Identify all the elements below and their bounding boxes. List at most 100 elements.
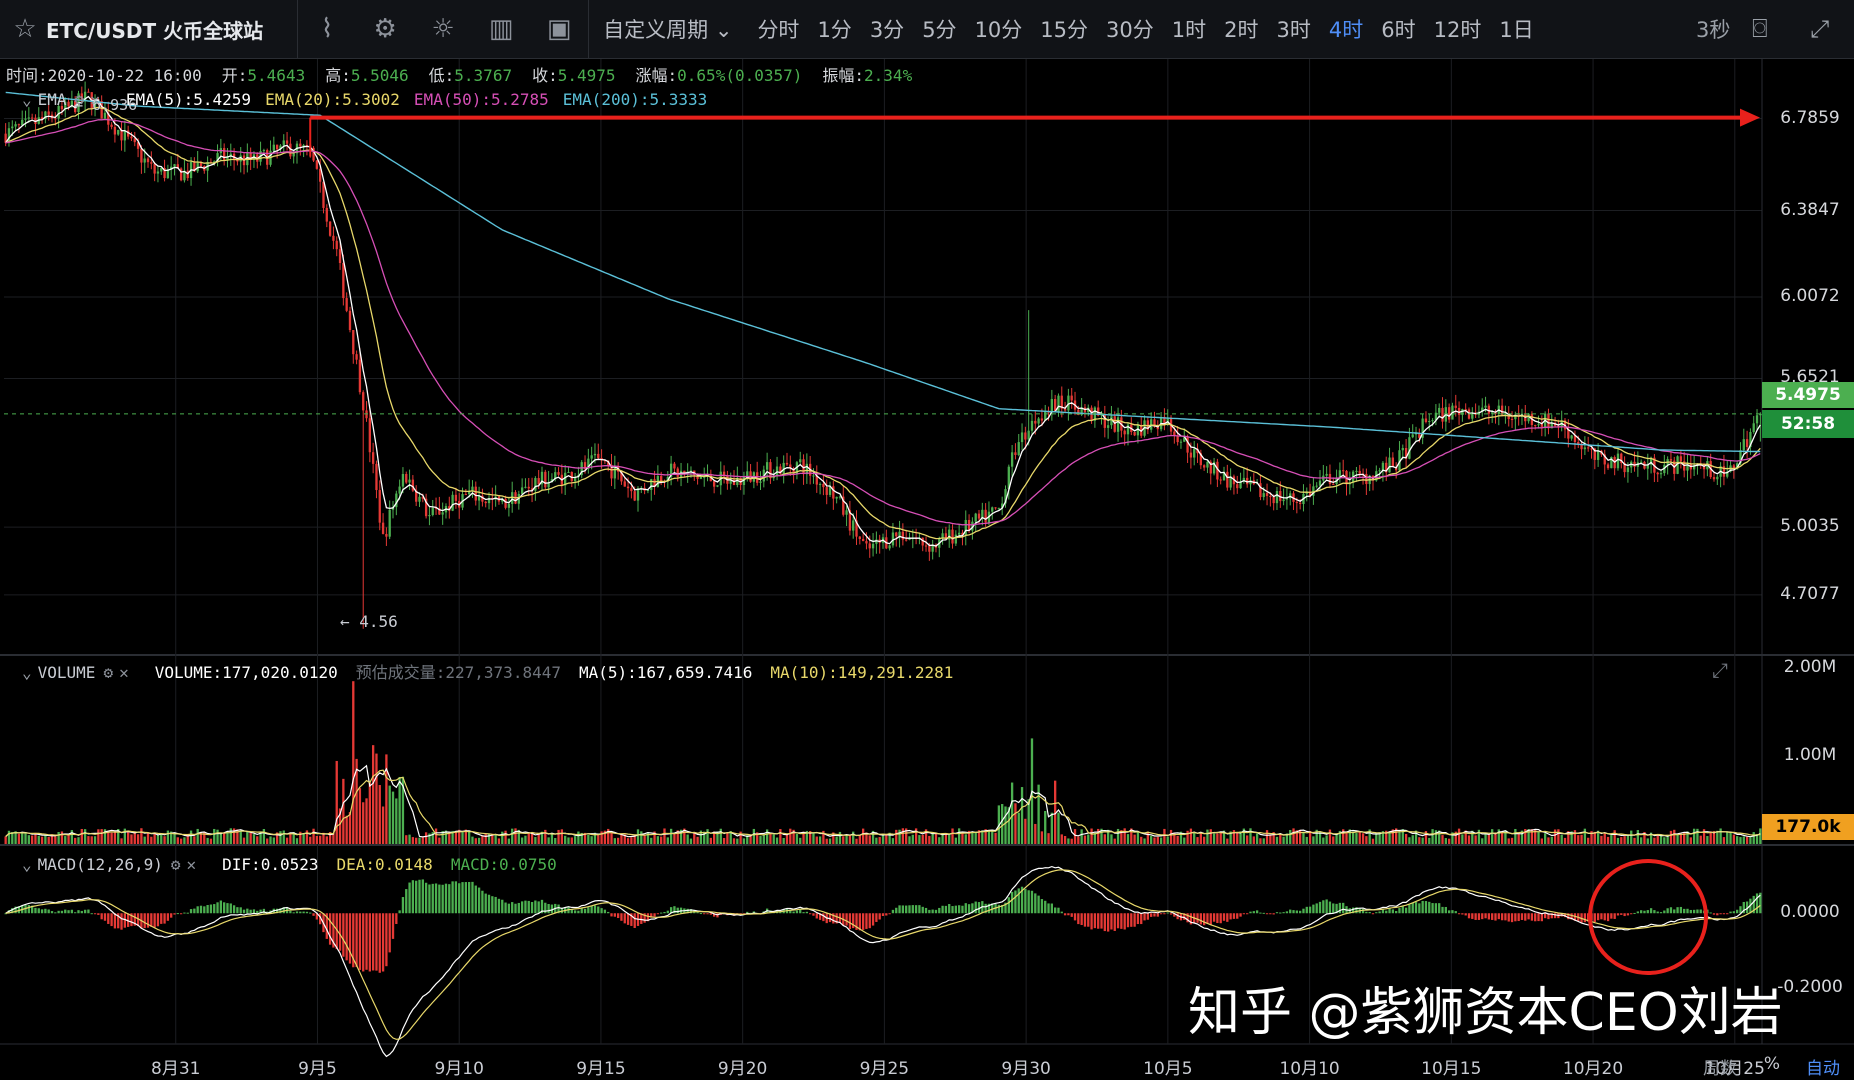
auto-scale-toggle[interactable]: 自动 bbox=[1806, 1054, 1840, 1079]
candle-body bbox=[352, 330, 355, 355]
volume-bar bbox=[1726, 831, 1729, 844]
candle-body bbox=[557, 472, 560, 475]
period-tab-12[interactable]: 12时 bbox=[1434, 14, 1482, 44]
candle-body bbox=[504, 498, 507, 508]
macd-histogram-bar bbox=[1719, 913, 1722, 915]
macd-histogram-bar bbox=[388, 913, 391, 953]
volume-bar bbox=[1696, 828, 1699, 844]
period-tab-11[interactable]: 6时 bbox=[1381, 14, 1415, 44]
macd-histogram-bar bbox=[74, 912, 77, 914]
macd-histogram-bar bbox=[451, 881, 454, 914]
macd-histogram-bar bbox=[1418, 903, 1421, 914]
volume-bar bbox=[405, 835, 408, 844]
volume-bar bbox=[295, 838, 299, 844]
favorite-star-icon[interactable]: ☆ bbox=[8, 14, 42, 44]
period-tab-7[interactable]: 1时 bbox=[1172, 14, 1206, 44]
collapse-chevron-icon[interactable]: ⌄ bbox=[22, 90, 32, 109]
volume-bar bbox=[1322, 837, 1325, 844]
candle-body bbox=[464, 494, 468, 496]
close-icon[interactable]: ✕ bbox=[187, 855, 197, 874]
candle-body bbox=[1136, 425, 1140, 436]
indicator-icon[interactable]: ⌇ bbox=[298, 14, 356, 44]
candle-body bbox=[348, 310, 352, 331]
candle-body bbox=[1269, 495, 1272, 498]
period-tab-13[interactable]: 1日 bbox=[1499, 14, 1533, 44]
period-tab-1[interactable]: 1分 bbox=[817, 14, 851, 44]
time-tick-8: 10月10 bbox=[1279, 1059, 1340, 1079]
chart-canvas[interactable] bbox=[0, 0, 1854, 1080]
period-tab-8[interactable]: 2时 bbox=[1224, 14, 1258, 44]
candle-body bbox=[325, 207, 328, 222]
macd-histogram-bar bbox=[103, 913, 107, 921]
volume-bar bbox=[352, 681, 355, 844]
fullscreen-icon[interactable]: ⤢ bbox=[1810, 0, 1829, 58]
period-tab-2[interactable]: 3分 bbox=[870, 14, 904, 44]
macd-histogram-bar bbox=[633, 913, 636, 928]
macd-histogram-bar bbox=[1275, 912, 1279, 914]
period-tab-5[interactable]: 15分 bbox=[1040, 14, 1088, 44]
volume-bar bbox=[560, 829, 564, 844]
custom-period-dropdown[interactable]: 自定义周期 ⌄ bbox=[603, 14, 732, 44]
volume-bar bbox=[30, 835, 34, 844]
candle-body bbox=[418, 496, 421, 502]
refresh-interval[interactable]: 3秒 bbox=[1696, 0, 1730, 58]
macd-histogram-bar bbox=[1279, 912, 1282, 914]
volume-bar bbox=[895, 829, 898, 844]
macd-histogram-bar bbox=[603, 909, 607, 914]
theme-sun-icon[interactable]: ☼ bbox=[414, 14, 472, 44]
macd-histogram-bar bbox=[875, 913, 878, 922]
period-tab-4[interactable]: 10分 bbox=[975, 14, 1023, 44]
candle-body bbox=[17, 124, 21, 126]
period-tab-6[interactable]: 30分 bbox=[1106, 14, 1154, 44]
settings-gear-icon[interactable]: ⚙ bbox=[103, 663, 113, 682]
period-tab-3[interactable]: 5分 bbox=[922, 14, 956, 44]
volume-bar bbox=[37, 835, 40, 844]
period-tabs: 分时 1分 3分 5分 10分 15分 30分 1时 2时 3时 4时 6时 12时 1日 bbox=[748, 14, 1542, 44]
volume-bar bbox=[70, 830, 74, 844]
period-tab-0[interactable]: 分时 bbox=[757, 14, 799, 44]
volume-bar bbox=[126, 831, 130, 844]
collapse-chevron-icon[interactable]: ⌄ bbox=[22, 855, 32, 874]
volume-bar bbox=[80, 828, 83, 844]
period-tab-10[interactable]: 4时 bbox=[1329, 14, 1363, 44]
candle-body bbox=[994, 507, 997, 509]
macd-histogram-bar bbox=[90, 913, 93, 915]
volume-bar bbox=[613, 838, 616, 844]
macd-histogram-bar bbox=[1262, 912, 1265, 914]
volume-bar bbox=[1355, 833, 1358, 844]
volume-bar bbox=[1090, 828, 1093, 844]
macd-histogram-bar bbox=[1083, 913, 1087, 927]
collapse-chevron-icon[interactable]: ⌄ bbox=[22, 663, 32, 682]
volume-bar bbox=[110, 832, 113, 844]
macd-histogram-bar bbox=[1663, 910, 1666, 914]
chart-type-icon[interactable]: ▣ bbox=[530, 14, 588, 44]
scale-mode[interactable]: 周数 bbox=[1703, 1054, 1737, 1079]
volume-bar bbox=[1441, 835, 1444, 844]
volume-bar bbox=[789, 828, 792, 844]
expand-panel-icon[interactable]: ⤢ bbox=[1712, 658, 1728, 682]
volume-bar bbox=[938, 837, 941, 844]
camera-icon[interactable]: ⌼ bbox=[1752, 0, 1768, 58]
candle-body bbox=[676, 468, 679, 477]
volume-bar bbox=[1739, 837, 1742, 844]
macd-histogram-bar bbox=[494, 896, 497, 914]
period-tab-9[interactable]: 3时 bbox=[1277, 14, 1311, 44]
volume-bar bbox=[524, 835, 527, 844]
red-arrow-head bbox=[1740, 108, 1760, 127]
macd-histogram-bar bbox=[597, 906, 600, 914]
percent-toggle[interactable]: % bbox=[1764, 1054, 1780, 1074]
settings-gear-icon[interactable]: ⚙ bbox=[171, 855, 181, 874]
macd-histogram-bar bbox=[1606, 913, 1610, 922]
macd-histogram-bar bbox=[196, 906, 199, 914]
macd-histogram-bar bbox=[1553, 913, 1557, 919]
volume-bar bbox=[408, 834, 411, 844]
macd-histogram-bar bbox=[1398, 908, 1401, 914]
macd-histogram-bar bbox=[822, 913, 825, 922]
volume-bar bbox=[1073, 829, 1077, 844]
candle-body bbox=[1716, 476, 1719, 480]
symbol-title[interactable]: ETC/USDT 火币全球站 bbox=[46, 15, 263, 44]
close-icon[interactable]: ✕ bbox=[119, 663, 129, 682]
settings-gear-icon[interactable]: ⚙ bbox=[356, 14, 414, 44]
macd-histogram-bar bbox=[1683, 908, 1686, 914]
layout-icon[interactable]: ▥ bbox=[472, 14, 530, 44]
